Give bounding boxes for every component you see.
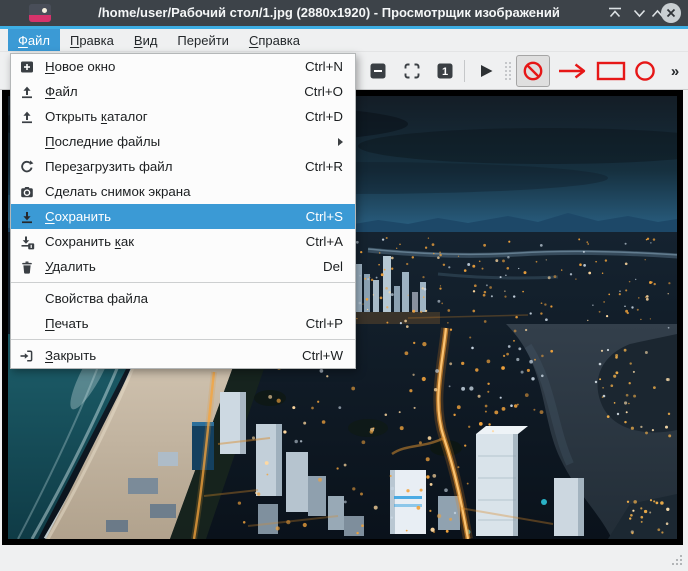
shortcut-label: Ctrl+P [305,316,343,331]
red-circle-icon [635,61,655,81]
submenu-arrow-icon [338,137,343,146]
menu-item-label: Последние файлы [45,134,161,149]
minimize-button[interactable] [629,3,649,23]
menu-item-label: Файл [45,84,78,99]
toolbar-overflow-button[interactable]: » [664,52,686,90]
keep-above-button[interactable] [605,3,625,23]
menu-item-label: Закрыть [45,348,97,363]
actual-size-button[interactable]: 1 [436,62,454,80]
menu-item-new-window[interactable]: Новое окно Ctrl+N [11,54,355,79]
red-arrow-icon [559,63,586,79]
menu-separator [11,339,355,340]
window-title: /home/user/Рабочий стол/1.jpg (2880x1920… [98,5,560,20]
menu-item-recent-files[interactable]: Последние файлы [11,129,355,154]
menubar: Файл Правка Вид Перейти Справка [0,29,688,52]
app-icon [29,4,51,22]
red-rectangle-icon [596,61,626,81]
no-entry-icon [523,61,543,81]
shortcut-label: Ctrl+R [304,159,343,174]
annotate-ellipse-button[interactable] [634,60,656,82]
exit-icon [19,348,35,364]
drag-handle-icon [505,62,511,80]
shortcut-label: Ctrl+S [305,209,343,224]
menu-item-label: Открыть каталог [45,109,148,124]
shortcut-label: Ctrl+O [304,84,343,99]
new-window-icon [19,59,35,75]
save-icon [19,209,35,225]
slideshow-play-button[interactable] [477,62,495,80]
menubar-item-file[interactable]: Файл [8,29,60,51]
trash-icon [19,259,35,275]
zoom-out-button[interactable] [369,62,387,80]
annotate-arrow-button[interactable] [556,60,588,82]
menubar-item-go[interactable]: Перейти [167,29,239,51]
actual-size-icon: 1 [437,63,453,79]
play-icon [481,65,493,77]
zoom-out-icon [370,63,386,79]
shortcut-label: Ctrl+W [302,348,343,363]
toolbar-separator [464,60,465,82]
image-viewer-window: /home/user/Рабочий стол/1.jpg (2880x1920… [0,0,688,571]
menu-item-label: Новое окно [45,59,116,74]
screenshot-icon [19,184,35,200]
menu-item-open-folder[interactable]: Открыть каталог Ctrl+D [11,104,355,129]
menu-item-open-file[interactable]: Файл Ctrl+O [11,79,355,104]
menubar-item-view[interactable]: Вид [124,29,168,51]
file-menu-popup: Новое окно Ctrl+N Файл Ctrl+O Открыть ка… [10,53,356,369]
annotate-none-button[interactable] [516,55,550,87]
menu-item-screenshot[interactable]: Сделать снимок экрана [11,179,355,204]
menu-item-label: Свойства файла [45,291,148,306]
shortcut-label: Ctrl+A [305,234,343,249]
menu-item-label: Сохранить как [45,234,135,249]
shortcut-label: Del [323,259,343,274]
menu-item-close[interactable]: Закрыть Ctrl+W [11,343,355,368]
statusbar [0,545,688,571]
save-as-icon [19,234,35,250]
close-icon [661,3,681,23]
menu-item-label: Перезагрузить файл [45,159,173,174]
shortcut-label: Ctrl+N [304,59,343,74]
fit-to-window-icon [404,63,420,79]
open-folder-icon [19,109,35,125]
shortcut-label: Ctrl+D [304,109,343,124]
menu-item-file-properties[interactable]: Свойства файла [11,286,355,311]
menu-item-save[interactable]: Сохранить Ctrl+S [11,204,355,229]
titlebar: /home/user/Рабочий стол/1.jpg (2880x1920… [0,0,688,26]
menu-separator [11,282,355,283]
toolbar-drag-handle[interactable] [504,61,512,81]
resize-grip[interactable] [670,553,684,567]
menu-item-label: Сделать снимок экрана [45,184,191,199]
menubar-item-help[interactable]: Справка [239,29,310,51]
menu-item-save-as[interactable]: Сохранить как Ctrl+A [11,229,355,254]
menu-item-label: Сохранить [45,209,112,224]
svg-text:1: 1 [442,66,448,78]
menubar-item-edit[interactable]: Правка [60,29,124,51]
fit-to-window-button[interactable] [403,62,421,80]
annotate-rectangle-button[interactable] [596,60,626,82]
menu-item-print[interactable]: Печать Ctrl+P [11,311,355,336]
open-file-icon [19,84,35,100]
menu-item-delete[interactable]: Удалить Del [11,254,355,279]
menu-item-label: Печать [45,316,89,331]
close-button[interactable] [661,3,681,23]
menu-item-reload[interactable]: Перезагрузить файл Ctrl+R [11,154,355,179]
menu-item-label: Удалить [45,259,96,274]
reload-icon [19,159,35,175]
